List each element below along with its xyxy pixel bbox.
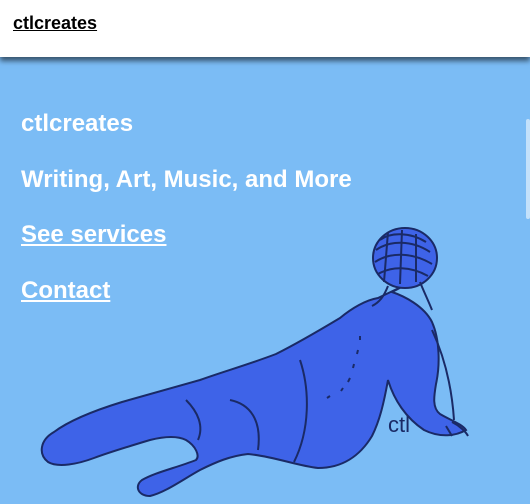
figure-body [40, 277, 468, 498]
hero-subtitle: Writing, Art, Music, and More [21, 166, 352, 193]
hero-title: ctlcreates [21, 110, 134, 137]
hero-section: ctl ctlcreates Writing, Art, Music, and … [0, 57, 530, 504]
contact-link[interactable]: Contact [21, 277, 110, 305]
see-services-link[interactable]: See services [21, 221, 166, 249]
scrollbar-thumb[interactable] [526, 119, 530, 219]
top-navigation-bar: ctlcreates [0, 0, 530, 57]
brand-home-link[interactable]: ctlcreates [13, 13, 97, 34]
artist-signature: ctl [388, 412, 410, 437]
